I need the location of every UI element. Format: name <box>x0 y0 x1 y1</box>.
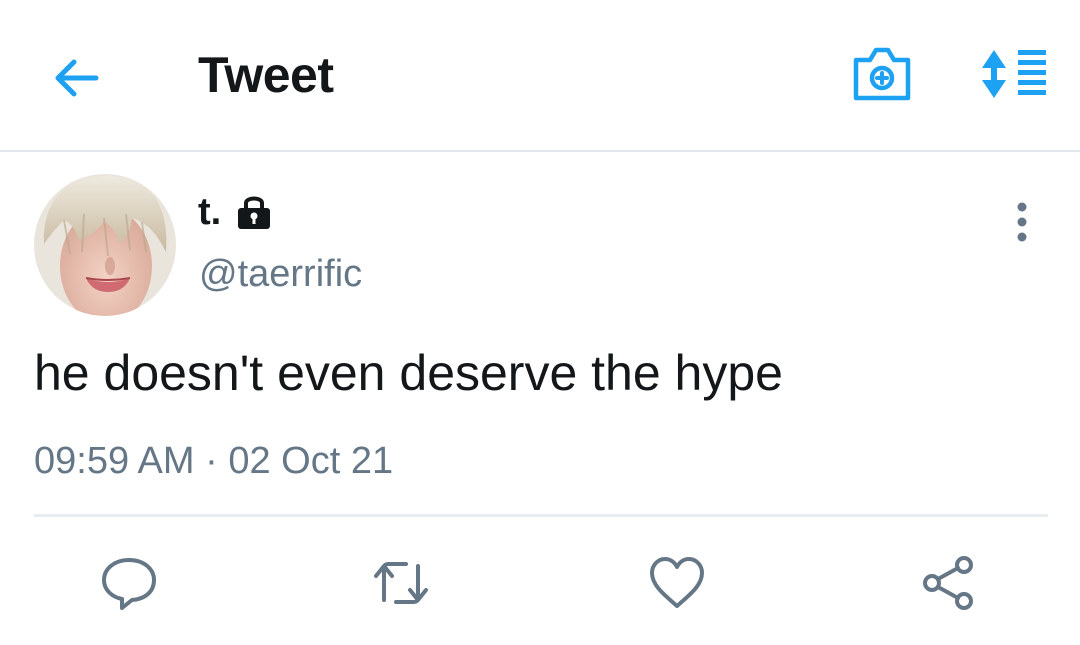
camera-plus-icon <box>853 47 911 101</box>
more-vertical-icon <box>1017 202 1027 242</box>
display-name[interactable]: t. <box>198 191 221 234</box>
like-button[interactable] <box>646 552 708 614</box>
tweet-timestamp: 09:59 AM · 02 Oct 21 <box>34 440 394 482</box>
divider <box>34 514 1048 517</box>
retweet-button[interactable] <box>370 552 432 614</box>
share-icon <box>923 556 973 610</box>
sort-replies-button[interactable] <box>976 44 1052 104</box>
top-app-bar: Tweet <box>0 0 1080 152</box>
share-button[interactable] <box>918 552 980 614</box>
lock-icon <box>235 193 273 231</box>
comment-icon <box>102 558 156 610</box>
avatar[interactable] <box>34 174 176 316</box>
avatar-photo <box>34 174 176 316</box>
more-options-button[interactable] <box>1004 200 1040 244</box>
sort-list-icon <box>982 50 1046 98</box>
user-handle[interactable]: @taerrific <box>199 253 362 296</box>
heart-icon <box>650 557 704 608</box>
retweet-icon <box>374 562 428 604</box>
compose-photo-button[interactable] <box>850 44 914 104</box>
arrow-left-icon <box>55 59 99 97</box>
back-button[interactable] <box>48 50 104 106</box>
tweet-text: he doesn't even deserve the hype <box>34 345 783 401</box>
user-name-row[interactable]: t. <box>198 190 273 234</box>
reply-button[interactable] <box>98 552 160 614</box>
page-title: Tweet <box>198 47 334 103</box>
